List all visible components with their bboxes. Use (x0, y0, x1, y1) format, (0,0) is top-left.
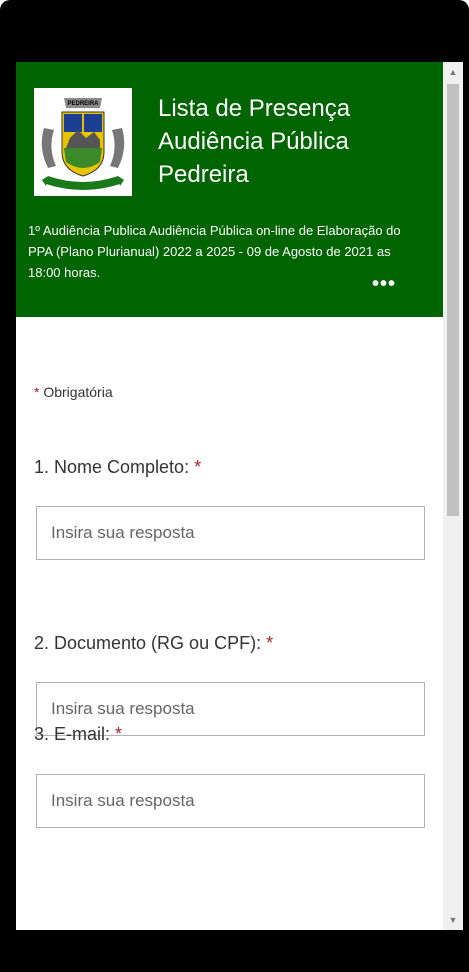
form-lower-section: 3. E-mail: * (16, 62, 443, 930)
scroll-up-arrow-icon[interactable]: ▲ (443, 62, 463, 82)
question-3-required-star: * (115, 724, 123, 744)
vertical-scrollbar[interactable]: ▲ ▼ (443, 62, 463, 930)
email-input[interactable] (36, 774, 425, 828)
question-3-label-visible: 3. E-mail: * (34, 724, 122, 745)
question-3-text: 3. E-mail: (34, 724, 111, 744)
scroll-down-arrow-icon[interactable]: ▼ (443, 910, 463, 930)
scroll-thumb[interactable] (447, 84, 459, 516)
